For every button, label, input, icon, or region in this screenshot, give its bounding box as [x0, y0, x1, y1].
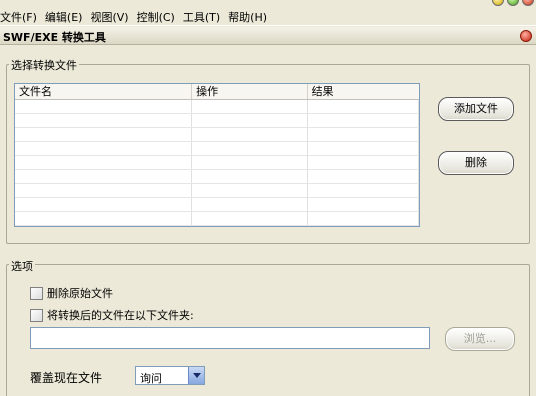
column-result[interactable]: 结果 [308, 84, 419, 99]
table-cell [308, 114, 419, 127]
delete-original-checkbox[interactable] [30, 286, 43, 300]
table-cell [15, 156, 193, 169]
file-group-label: 选择转换文件 [9, 57, 79, 73]
table-cell [192, 170, 308, 183]
save-to-folder-checkbox[interactable] [30, 308, 43, 322]
menu-bar: 文件(F) 编辑(E) 视图(V) 控制(C) 工具(T) 帮助(H) [0, 0, 536, 26]
dialog-close-icon[interactable] [520, 30, 532, 42]
menu-file[interactable]: 文件(F) [0, 9, 37, 25]
overwrite-select[interactable]: 询问 [135, 366, 205, 385]
overwrite-select-value: 询问 [140, 372, 162, 385]
browse-button[interactable]: 浏览... [445, 327, 515, 351]
table-cell [192, 212, 308, 225]
table-cell [15, 114, 193, 127]
folder-path-input[interactable] [30, 327, 430, 349]
window-controls [492, 0, 534, 6]
dialog-title: SWF/EXE 转换工具 [3, 31, 106, 44]
save-to-folder-label: 将转换后的文件在以下文件夹: [47, 309, 194, 322]
table-cell [308, 128, 419, 141]
table-row [15, 100, 419, 114]
table-cell [308, 156, 419, 169]
table-cell [308, 212, 419, 225]
save-to-folder-option[interactable]: 将转换后的文件在以下文件夹: [30, 307, 194, 323]
table-cell [15, 170, 193, 183]
column-filename[interactable]: 文件名 [15, 84, 193, 99]
table-cell [192, 128, 308, 141]
menu-tools[interactable]: 工具(T) [183, 9, 220, 25]
table-row [15, 212, 419, 226]
table-cell [192, 198, 308, 211]
table-cell [15, 212, 193, 225]
table-cell [308, 142, 419, 155]
table-row [15, 142, 419, 156]
delete-button[interactable]: 删除 [438, 151, 514, 175]
table-row [15, 170, 419, 184]
menu-help[interactable]: 帮助(H) [228, 9, 267, 25]
table-cell [15, 128, 193, 141]
table-row [15, 114, 419, 128]
table-cell [192, 184, 308, 197]
table-cell [192, 114, 308, 127]
table-cell [308, 198, 419, 211]
table-cell [15, 184, 193, 197]
close-icon[interactable] [522, 0, 534, 6]
delete-original-label: 删除原始文件 [47, 287, 113, 300]
table-cell [192, 156, 308, 169]
menu-view[interactable]: 视图(V) [90, 9, 128, 25]
table-cell [308, 170, 419, 183]
options-group-label: 选项 [9, 258, 35, 274]
overwrite-label: 覆盖现在文件 [30, 371, 103, 385]
maximize-icon[interactable] [507, 0, 519, 6]
table-row [15, 184, 419, 198]
chevron-down-icon[interactable] [188, 367, 204, 384]
minimize-icon[interactable] [492, 0, 504, 6]
file-list[interactable]: 文件名 操作 结果 [14, 83, 420, 227]
table-row [15, 128, 419, 142]
table-cell [308, 184, 419, 197]
add-file-button[interactable]: 添加文件 [438, 97, 514, 121]
file-list-header: 文件名 操作 结果 [15, 84, 419, 100]
table-row [15, 198, 419, 212]
dialog-titlebar: SWF/EXE 转换工具 [0, 27, 536, 45]
table-cell [192, 142, 308, 155]
table-cell [192, 100, 308, 113]
table-cell [15, 142, 193, 155]
menu-edit[interactable]: 编辑(E) [45, 9, 83, 25]
column-operation[interactable]: 操作 [192, 84, 308, 99]
table-cell [15, 198, 193, 211]
table-cell [308, 100, 419, 113]
delete-original-option[interactable]: 删除原始文件 [30, 285, 113, 301]
menu-control[interactable]: 控制(C) [137, 9, 175, 25]
table-row [15, 156, 419, 170]
table-cell [15, 100, 193, 113]
